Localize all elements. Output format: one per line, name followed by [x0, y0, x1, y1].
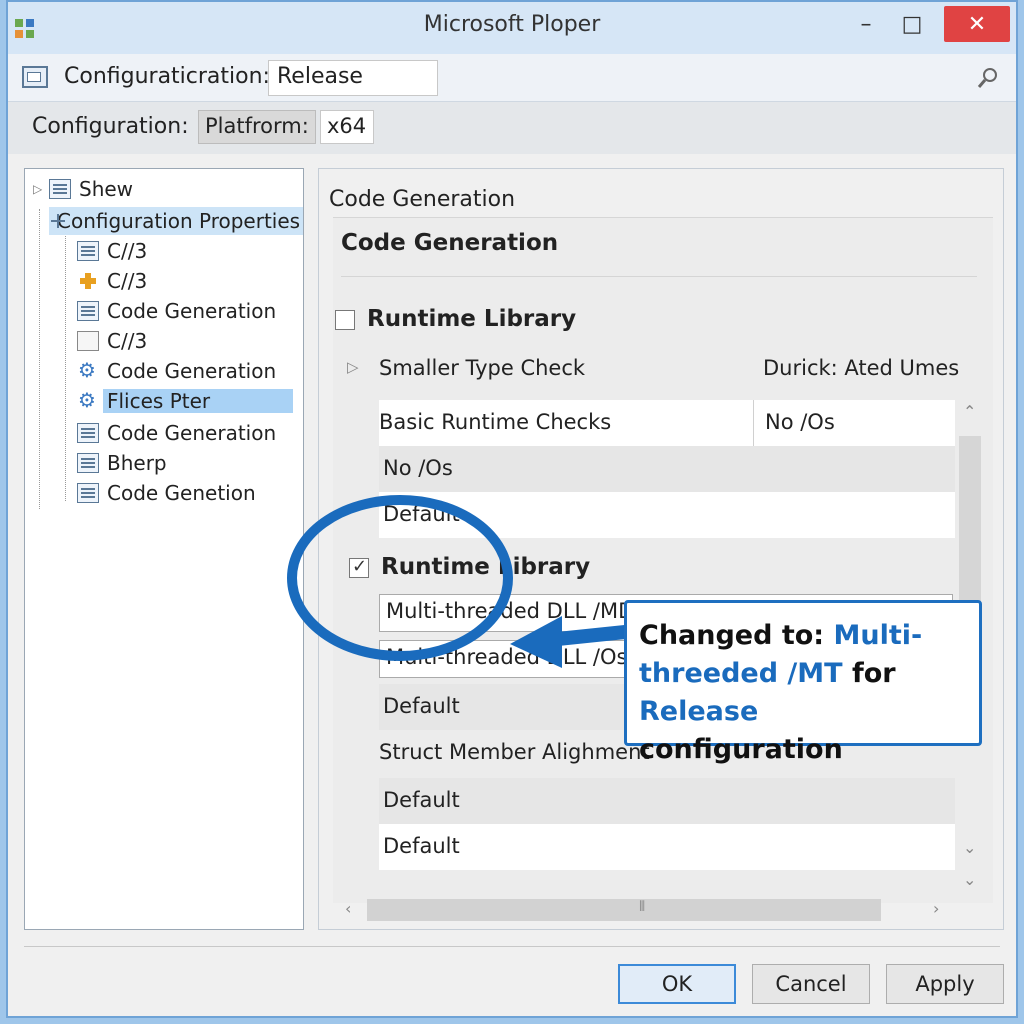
configuration-toolbar: Configuraticration: Release [8, 54, 1016, 102]
list-item-text: Default [383, 694, 460, 718]
vertical-scroll-thumb[interactable] [959, 436, 981, 616]
maximize-button[interactable]: □ [888, 6, 936, 42]
list-item-text: No /Os [383, 456, 453, 480]
platform-dropdown[interactable]: x64 [320, 110, 374, 144]
basic-runtime-checks-value: No /Os [765, 410, 835, 434]
property-panel: Code Generation Runtime Library ▷ Smalle… [333, 217, 993, 903]
list-item-text: Default [383, 788, 460, 812]
cell-divider [753, 400, 754, 446]
struct-member-alignment-label: Struct Member Alighment [379, 740, 650, 764]
list-item[interactable]: Default [379, 824, 955, 870]
tree-doc-icon [77, 453, 99, 473]
tree-item-c3-c[interactable]: C//3 [77, 327, 151, 355]
configuration-label: Configuraticration: [64, 64, 270, 89]
list-item-text: Default [383, 834, 460, 858]
ok-button[interactable]: OK [618, 964, 736, 1004]
scroll-right-icon[interactable]: › [933, 899, 939, 918]
search-icon[interactable] [976, 66, 1000, 90]
tree-folder-icon [77, 331, 99, 351]
button-divider [24, 946, 1000, 947]
expand-arrow-icon[interactable]: ▷ [347, 358, 359, 376]
close-button[interactable]: ✕ [944, 6, 1010, 42]
tree-item-bherp[interactable]: Bherp [77, 449, 171, 477]
platform-label: Platfrorm: [198, 110, 316, 144]
panel-heading: Code Generation [341, 230, 559, 256]
tree-gear-icon [77, 358, 99, 382]
configuration-dropdown[interactable]: Release [268, 60, 438, 96]
title-bar: Microsoft Ploper – □ ✕ [8, 2, 1016, 54]
runtime-library-label-1: Runtime Library [367, 306, 577, 332]
horizontal-scrollbar[interactable]: ‹ ⦀ › [333, 897, 963, 923]
tree-doc-icon [77, 483, 99, 503]
runtime-library-label-2: Runtime Library [381, 554, 591, 580]
tree-item-code-genetion[interactable]: Code Genetion [77, 479, 260, 507]
list-item[interactable]: Default [379, 778, 955, 824]
toolbar-config-icon [22, 66, 48, 88]
list-item[interactable]: No /Os [379, 446, 955, 492]
basic-runtime-checks-label: Basic Runtime Checks [379, 410, 612, 434]
scroll-up-icon[interactable]: ⌃ [963, 402, 976, 421]
scroll-down-icon-2[interactable]: ⌄ [963, 870, 976, 889]
callout-text: configuration [639, 734, 843, 765]
tree-item-c3-b[interactable]: C//3 [77, 267, 151, 295]
property-tree: ▷ Shew Configuration Properties C//3 C//… [24, 168, 304, 930]
callout-text: Changed to: [639, 620, 834, 651]
property-page: Code Generation Code Generation Runtime … [318, 168, 1004, 930]
tree-item-code-generation-b[interactable]: Code Generation [77, 357, 280, 385]
tree-item-configuration-properties[interactable]: Configuration Properties [49, 207, 303, 235]
scroll-grip-icon: ⦀ [639, 899, 646, 915]
heading-divider [341, 276, 977, 277]
list-item-text: Default [383, 502, 460, 526]
tree-doc-icon [77, 301, 99, 321]
runtime-library-checkbox-1[interactable] [335, 310, 355, 330]
dialog-window: Microsoft Ploper – □ ✕ Configuraticratio… [6, 0, 1018, 1018]
smaller-type-check-value: Durick: Ated Umes [763, 356, 960, 380]
apply-button[interactable]: Apply [886, 964, 1004, 1004]
tree-item-shew[interactable]: ▷ Shew [33, 175, 137, 203]
tree-doc-icon [77, 241, 99, 261]
runtime-library-combo-2[interactable]: Multi-threaded DLL /Os [379, 640, 629, 678]
tree-item-code-generation-c[interactable]: Code Generation [77, 419, 280, 447]
scroll-down-icon[interactable]: ⌄ [963, 838, 976, 857]
tree-plus-icon [77, 271, 99, 291]
configuration-label-2: Configuration: [32, 114, 189, 139]
runtime-library-checkbox-2[interactable] [349, 556, 369, 578]
tree-doc-icon [77, 423, 99, 443]
platform-toolbar: Configuration: Platfrorm: x64 [8, 102, 1016, 154]
horizontal-scroll-thumb[interactable]: ⦀ [367, 899, 881, 921]
tree-item-code-generation-a[interactable]: Code Generation [77, 297, 280, 325]
tree-item-c3-a[interactable]: C//3 [77, 237, 151, 265]
tree-item-flices-pter[interactable]: Flices Pter [77, 387, 293, 415]
callout-highlight: Release [639, 696, 759, 727]
callout-text: for [842, 658, 896, 689]
basic-runtime-checks-row[interactable]: Basic Runtime Checks No /Os [379, 400, 955, 446]
expand-icon[interactable]: ▷ [33, 182, 45, 196]
section-title: Code Generation [329, 187, 516, 212]
list-item[interactable]: Default [379, 492, 955, 538]
tree-doc-icon [49, 179, 71, 199]
smaller-type-check-label: Smaller Type Check [379, 356, 586, 380]
annotation-callout: Changed to: Multi-threeded /MT for Relea… [624, 600, 982, 765]
minimize-button[interactable]: – [842, 6, 890, 42]
tree-gear-icon [77, 388, 99, 412]
scroll-left-icon[interactable]: ‹ [345, 899, 351, 918]
cancel-button[interactable]: Cancel [752, 964, 870, 1004]
